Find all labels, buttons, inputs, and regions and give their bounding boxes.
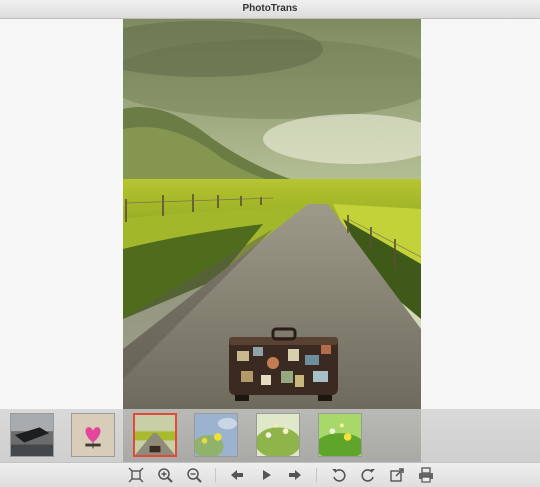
filmstrip xyxy=(0,409,540,462)
zoom-out-button[interactable] xyxy=(185,466,203,484)
window-title: PhotoTrans xyxy=(242,3,298,14)
rotate-left-icon xyxy=(332,469,346,482)
previous-icon xyxy=(231,470,243,480)
main-photo xyxy=(123,19,421,409)
thumbnail-5[interactable] xyxy=(256,413,300,457)
export-icon xyxy=(390,468,404,482)
next-icon xyxy=(289,470,301,480)
thumbnail-3[interactable] xyxy=(133,413,177,457)
title-bar: PhotoTrans xyxy=(0,0,540,19)
fit-screen-icon xyxy=(128,467,144,483)
toolbar-separator xyxy=(215,468,216,482)
rotate-right-button[interactable] xyxy=(359,466,377,484)
toolbar-separator xyxy=(316,468,317,482)
thumbnail-1[interactable] xyxy=(10,413,54,457)
thumbnail-6[interactable] xyxy=(318,413,362,457)
print-button[interactable] xyxy=(417,466,435,484)
toolbar xyxy=(0,462,540,487)
zoom-in-icon xyxy=(158,468,173,483)
rotate-right-icon xyxy=(361,469,375,482)
fit-screen-button[interactable] xyxy=(127,466,145,484)
rotate-left-button[interactable] xyxy=(330,466,348,484)
export-button[interactable] xyxy=(388,466,406,484)
zoom-in-button[interactable] xyxy=(156,466,174,484)
image-viewer[interactable] xyxy=(0,19,540,409)
zoom-out-icon xyxy=(187,468,202,483)
thumbnail-4[interactable] xyxy=(194,413,238,457)
play-button[interactable] xyxy=(257,466,275,484)
previous-button[interactable] xyxy=(228,466,246,484)
next-button[interactable] xyxy=(286,466,304,484)
thumbnail-2[interactable] xyxy=(71,413,115,457)
play-icon xyxy=(263,470,271,480)
print-icon xyxy=(419,467,433,483)
